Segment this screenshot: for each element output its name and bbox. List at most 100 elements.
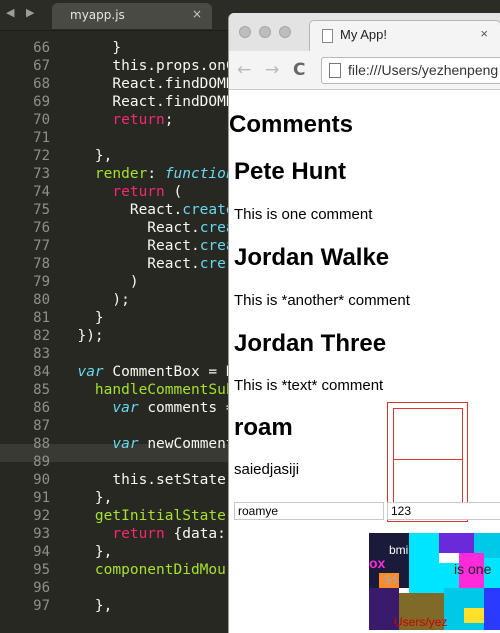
code-line: handleCommentSub <box>94 382 230 398</box>
line-number: 73 <box>33 166 50 182</box>
glitch-text: is one <box>454 561 492 577</box>
code-line: getInitialState: <box>94 508 230 524</box>
outline-box-inner <box>393 408 463 516</box>
line-number: 88 <box>33 436 50 452</box>
line-number: 90 <box>33 472 50 488</box>
code-line: React.findDOMN <box>60 76 230 92</box>
browser-title-bar: My App! × <box>229 13 500 52</box>
line-number: 93 <box>33 526 50 542</box>
line-number: 89 <box>33 454 50 470</box>
browser-window: My App! × ← → C file:///Users/yezhenpeng… <box>228 13 500 633</box>
code-line: }, <box>60 490 113 506</box>
render-glitch-artifact: is one bmi Users/yez ox 94 <box>369 533 500 630</box>
line-number: 82 <box>33 328 50 344</box>
code-line: }, <box>60 544 113 560</box>
comment-author: Jordan Walke <box>234 244 390 271</box>
page-icon <box>322 29 333 43</box>
comment-input[interactable] <box>387 502 500 520</box>
line-number: 66 <box>33 40 50 56</box>
browser-toolbar: ← → C file:///Users/yezhenpeng <box>229 51 500 90</box>
line-number: 76 <box>33 220 50 236</box>
window-close-button[interactable] <box>239 26 251 38</box>
line-number: 87 <box>33 418 50 434</box>
code-line: React.create <box>60 202 230 218</box>
comment-text: This is one comment <box>234 206 373 223</box>
line-number: 67 <box>33 58 50 74</box>
comment-text: This is *text* comment <box>234 377 384 394</box>
line-number: 85 <box>33 382 50 398</box>
code-line: } <box>60 310 104 326</box>
code-line: componentDidMour <box>94 562 230 578</box>
comment-text: saiedjasiji <box>234 461 300 478</box>
code-line: ); <box>60 292 130 308</box>
line-number: 71 <box>33 130 50 146</box>
code-line: render: function <box>94 166 230 182</box>
code-area[interactable]: } this.props.onC React.findDOMN React.fi… <box>60 30 230 619</box>
line-number: 68 <box>33 76 50 92</box>
glitch-text: bmi <box>389 543 409 557</box>
code-line: return {data: <box>112 526 226 542</box>
line-number-gutter: 66 67 68 69 70 71 72 73 74 75 76 77 78 79 80 81 82 83 84 85… <box>0 30 60 619</box>
comment-text: This is *another* comment <box>234 292 410 309</box>
code-line: }); <box>60 328 104 344</box>
line-number: 92 <box>33 508 50 524</box>
line-number: 95 <box>33 562 50 578</box>
address-bar[interactable]: file:///Users/yezhenpeng <box>321 57 500 84</box>
code-line: ) <box>60 274 139 290</box>
file-tab-label: myapp.js <box>70 8 125 22</box>
line-number: 83 <box>33 346 50 362</box>
browser-tab-title: My App! <box>340 27 387 42</box>
page-content: Comments Pete Hunt This is one comment J… <box>229 90 500 630</box>
line-number: 91 <box>33 490 50 506</box>
code-line: React.crea <box>60 220 230 236</box>
author-input[interactable] <box>234 502 384 520</box>
line-number: 72 <box>33 148 50 164</box>
line-number: 70 <box>33 112 50 128</box>
comment-author: Pete Hunt <box>234 158 347 185</box>
page-heading: Comments <box>229 111 354 138</box>
glitch-text: Users/yez <box>394 615 448 629</box>
line-number: 75 <box>33 202 50 218</box>
window-zoom-button[interactable] <box>279 26 291 38</box>
line-number: 80 <box>33 292 50 308</box>
comment-author: roam <box>234 414 293 441</box>
line-number: 86 <box>33 400 50 416</box>
window-minimize-button[interactable] <box>259 26 271 38</box>
tab-nav-arrows[interactable]: ◀ ▶ <box>6 6 38 19</box>
line-number: 79 <box>33 274 50 290</box>
line-number: 94 <box>33 544 50 560</box>
code-line: this.setState( <box>60 472 230 488</box>
forward-icon[interactable]: → <box>265 60 279 80</box>
line-number: 78 <box>33 256 50 272</box>
line-number: 69 <box>33 94 50 110</box>
line-number: 97 <box>33 598 50 614</box>
code-line: }, <box>60 148 113 164</box>
line-number: 81 <box>33 310 50 326</box>
glitch-text: ox <box>369 555 386 571</box>
line-number: 96 <box>33 580 50 596</box>
line-number: 74 <box>33 184 50 200</box>
reload-icon[interactable]: C <box>293 60 305 80</box>
line-number: 77 <box>33 238 50 254</box>
code-line: return; <box>112 112 174 128</box>
code-line: }, <box>60 598 113 614</box>
code-line: return ( <box>112 184 183 200</box>
close-icon[interactable]: × <box>480 26 488 41</box>
code-line: var comments = <box>112 400 230 416</box>
file-tab-myapp[interactable]: myapp.js × <box>52 3 212 29</box>
comment-author: Jordan Three <box>234 330 387 357</box>
code-line: } <box>60 40 122 56</box>
outline-divider <box>393 459 463 460</box>
code-line: var CommentBox = R <box>77 364 230 380</box>
code-line: React.crea <box>60 238 230 254</box>
back-icon[interactable]: ← <box>237 60 251 80</box>
glitch-text: 94 <box>384 573 398 587</box>
browser-tab[interactable]: My App! × <box>309 20 500 52</box>
code-line: this.props.onC <box>60 58 230 74</box>
address-url: file:///Users/yezhenpeng <box>348 62 499 78</box>
code-line: React.findDOMN <box>60 94 230 110</box>
code-line: var newComment <box>112 436 230 452</box>
code-line: React.cre <box>60 256 226 272</box>
close-icon[interactable]: × <box>192 7 202 21</box>
line-number: 84 <box>33 364 50 380</box>
